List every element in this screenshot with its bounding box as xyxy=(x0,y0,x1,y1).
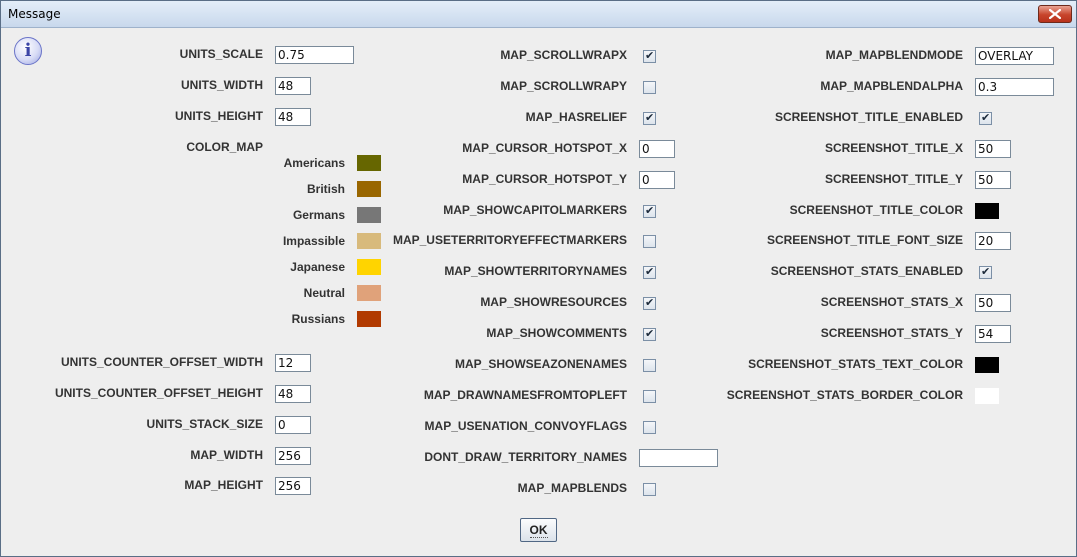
map-showterritorynames-checkbox[interactable] xyxy=(643,265,656,280)
map-mapblends-checkbox[interactable] xyxy=(643,482,656,496)
color-map-americans-swatch[interactable] xyxy=(357,155,381,171)
map-useterritoryeffectmarkers-checkbox[interactable] xyxy=(643,235,656,249)
color-map-japanese-swatch[interactable] xyxy=(357,259,381,275)
units-scale-label: UNITS_SCALE xyxy=(179,47,263,61)
message-dialog: Message i UNITS_SCALE 0.75 UNITS_WIDTH 48 UN… xyxy=(0,0,1077,557)
map-scrollwrapx-checkbox[interactable] xyxy=(643,49,656,63)
map-cursor-hotspot-x-input[interactable]: 0 xyxy=(639,139,675,158)
map-width-input[interactable]: 256 xyxy=(275,447,311,465)
screenshot-stats-text-color-label: SCREENSHOT_STATS_TEXT_COLOR xyxy=(748,357,963,371)
screenshot-title-y-label: SCREENSHOT_TITLE_Y xyxy=(824,171,963,186)
map-showcapitolmarkers-checkbox[interactable] xyxy=(643,204,656,218)
screenshot-title-x-label: SCREENSHOT_TITLE_X xyxy=(824,140,963,155)
map-showcomments-checkbox[interactable] xyxy=(643,327,656,342)
color-map-label: COLOR_MAP xyxy=(186,140,263,154)
map-scrollwrapy-label: MAP_SCROLLWRAPY xyxy=(500,78,627,93)
map-showseazonenames-checkbox[interactable] xyxy=(643,359,656,372)
map-hasrelief-checkbox[interactable] xyxy=(643,111,656,125)
map-mapblendalpha-input[interactable]: 0.3 xyxy=(975,77,1054,96)
title-bar[interactable]: Message xyxy=(1,1,1076,28)
units-counter-offset-width-input[interactable]: 12 xyxy=(275,354,311,372)
map-drawnamesfromtopleft-checkbox[interactable] xyxy=(643,389,656,403)
screenshot-title-font-size-label: SCREENSHOT_TITLE_FONT_SIZE xyxy=(766,233,963,248)
color-map-germans-label: Germans xyxy=(292,208,345,222)
close-button[interactable] xyxy=(1038,5,1072,23)
color-map-russians-swatch[interactable] xyxy=(357,311,381,327)
screenshot-stats-y-input[interactable]: 54 xyxy=(975,325,1011,344)
map-showseazonenames-label: MAP_SHOWSEAZONENAMES xyxy=(454,357,627,371)
dont-draw-territory-names-input[interactable] xyxy=(639,448,718,467)
screenshot-title-color-swatch[interactable] xyxy=(975,202,999,219)
screenshot-stats-border-color-label: SCREENSHOT_STATS_BORDER_COLOR xyxy=(726,387,963,402)
map-mapblendalpha-label: MAP_MAPBLENDALPHA xyxy=(820,78,963,93)
screenshot-stats-enabled-checkbox[interactable] xyxy=(979,265,992,280)
color-map-germans-swatch[interactable] xyxy=(357,207,381,223)
units-counter-offset-height-label: UNITS_COUNTER_OFFSET_HEIGHT xyxy=(54,386,263,400)
units-height-label: UNITS_HEIGHT xyxy=(174,109,263,123)
map-height-input[interactable]: 256 xyxy=(275,477,311,495)
map-useterritoryeffectmarkers-label: MAP_USETERRITORYEFFECTMARKERS xyxy=(392,233,627,248)
map-height-label: MAP_HEIGHT xyxy=(184,478,263,492)
color-map-british-label: British xyxy=(306,182,345,196)
map-cursor-hotspot-y-label: MAP_CURSOR_HOTSPOT_Y xyxy=(462,171,627,186)
screenshot-title-enabled-checkbox[interactable] xyxy=(979,111,992,125)
map-usenation-convoyflags-label: MAP_USENATION_CONVOYFLAGS xyxy=(424,418,627,433)
dont-draw-territory-names-label: DONT_DRAW_TERRITORY_NAMES xyxy=(424,449,627,464)
map-cursor-hotspot-x-label: MAP_CURSOR_HOTSPOT_X xyxy=(462,140,627,155)
screenshot-title-color-label: SCREENSHOT_TITLE_COLOR xyxy=(789,202,963,217)
map-mapblends-label: MAP_MAPBLENDS xyxy=(517,480,627,495)
ok-label: OK xyxy=(529,523,548,538)
color-map-british-swatch[interactable] xyxy=(357,181,381,197)
map-showcomments-label: MAP_SHOWCOMMENTS xyxy=(486,326,627,341)
screenshot-title-font-size-input[interactable]: 20 xyxy=(975,232,1011,251)
map-cursor-hotspot-y-input[interactable]: 0 xyxy=(639,170,675,189)
color-map-impassible-swatch[interactable] xyxy=(357,233,381,249)
window-title: Message xyxy=(8,7,61,21)
color-map-neutral-label: Neutral xyxy=(303,286,345,300)
color-map-japanese-label: Japanese xyxy=(290,260,345,274)
screenshot-stats-x-input[interactable]: 50 xyxy=(975,294,1011,313)
close-icon xyxy=(1049,9,1061,19)
map-showcapitolmarkers-label: MAP_SHOWCAPITOLMARKERS xyxy=(443,202,627,217)
info-icon: i xyxy=(14,37,42,65)
map-showresources-checkbox[interactable] xyxy=(643,296,656,311)
color-map-impassible-label: Impassible xyxy=(282,234,345,248)
ok-button[interactable]: OK xyxy=(520,518,557,542)
units-counter-offset-width-label: UNITS_COUNTER_OFFSET_WIDTH xyxy=(60,355,263,369)
screenshot-stats-y-label: SCREENSHOT_STATS_Y xyxy=(820,326,963,341)
units-stack-size-label: UNITS_STACK_SIZE xyxy=(146,417,263,431)
screenshot-title-enabled-label: SCREENSHOT_TITLE_ENABLED xyxy=(774,109,963,124)
screenshot-stats-enabled-label: SCREENSHOT_STATS_ENABLED xyxy=(770,264,963,279)
screenshot-title-y-input[interactable]: 50 xyxy=(975,170,1011,189)
map-width-label: MAP_WIDTH xyxy=(190,448,263,462)
color-map-neutral-swatch[interactable] xyxy=(357,285,381,301)
map-scrollwrapy-checkbox[interactable] xyxy=(643,80,656,94)
screenshot-stats-border-color-swatch[interactable] xyxy=(975,387,999,404)
units-width-input[interactable]: 48 xyxy=(275,77,311,95)
map-drawnamesfromtopleft-label: MAP_DRAWNAMESFROMTOPLEFT xyxy=(423,387,627,402)
screenshot-stats-text-color-swatch[interactable] xyxy=(975,357,999,373)
map-mapblendmode-input[interactable]: OVERLAY xyxy=(975,47,1054,65)
map-mapblendmode-label: MAP_MAPBLENDMODE xyxy=(825,48,963,62)
color-map-russians-label: Russians xyxy=(291,312,345,326)
map-scrollwrapx-label: MAP_SCROLLWRAPX xyxy=(500,48,627,62)
units-width-label: UNITS_WIDTH xyxy=(181,78,263,92)
units-counter-offset-height-input[interactable]: 48 xyxy=(275,385,311,403)
color-map-americans-label: Americans xyxy=(283,156,345,170)
units-scale-input[interactable]: 0.75 xyxy=(275,46,354,64)
screenshot-stats-x-label: SCREENSHOT_STATS_X xyxy=(820,295,963,310)
map-hasrelief-label: MAP_HASRELIEF xyxy=(525,109,627,124)
screenshot-title-x-input[interactable]: 50 xyxy=(975,139,1011,158)
map-usenation-convoyflags-checkbox[interactable] xyxy=(643,420,656,434)
map-showresources-label: MAP_SHOWRESOURCES xyxy=(480,295,627,310)
units-stack-size-input[interactable]: 0 xyxy=(275,416,311,434)
map-showterritorynames-label: MAP_SHOWTERRITORYNAMES xyxy=(444,264,627,279)
units-height-input[interactable]: 48 xyxy=(275,108,311,126)
